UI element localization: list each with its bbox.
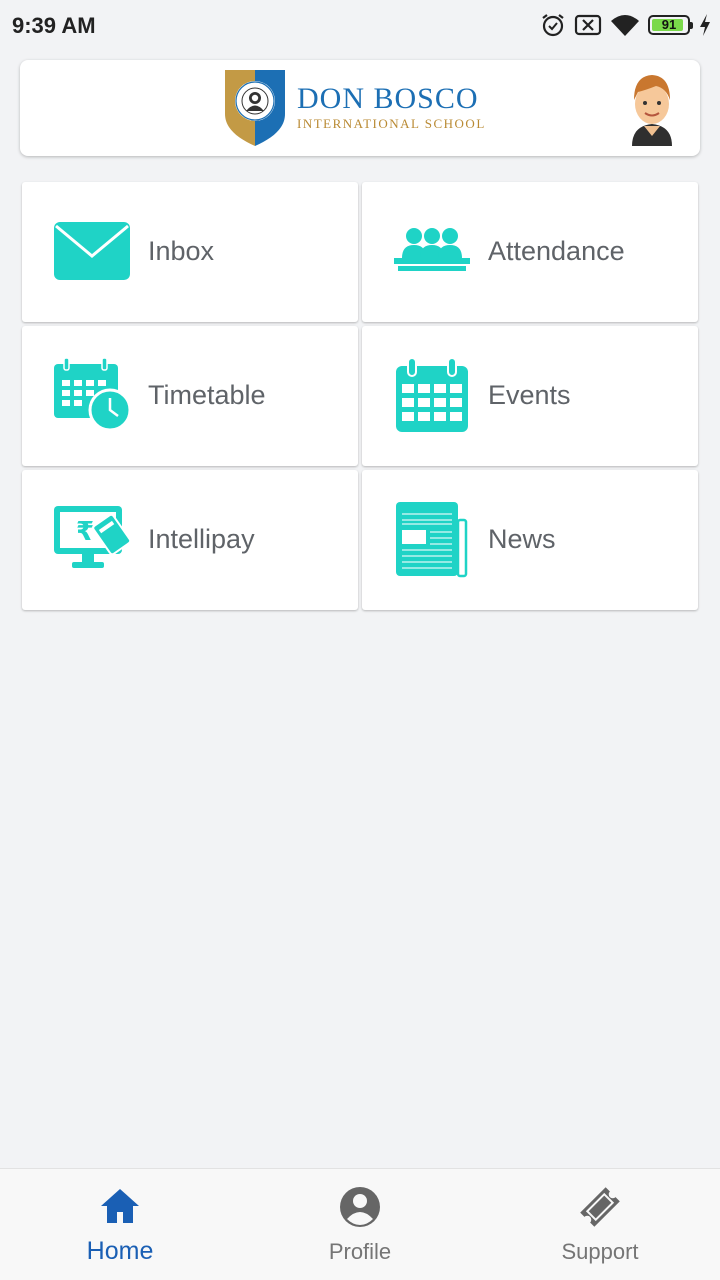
feature-grid: Inbox Attendance Timetable Events ₹ Inte… (22, 182, 698, 610)
wifi-icon (611, 15, 639, 36)
tile-timetable[interactable]: Timetable (22, 326, 358, 466)
nav-label: Home (86, 1237, 154, 1265)
tile-label: Timetable (148, 380, 266, 410)
alarm-icon (542, 14, 564, 37)
school-name: DON BOSCO (297, 82, 479, 115)
school-name-block: DON BOSCO INTERNATIONAL SCHOOL (297, 84, 486, 132)
tile-news[interactable]: News (362, 470, 698, 610)
students-group-icon (394, 228, 470, 271)
battery-level: 91 (661, 17, 677, 32)
nav-label: Profile (328, 1239, 392, 1264)
tile-label: Attendance (488, 236, 625, 266)
tile-label: News (488, 524, 556, 554)
tile-inbox[interactable]: Inbox (22, 182, 358, 322)
calendar-clock-icon (54, 358, 130, 432)
no-sim-icon (574, 14, 602, 36)
bottom-nav: Home Profile Support (0, 1168, 720, 1280)
tile-events[interactable]: Events (362, 326, 698, 466)
battery-indicator: 91 (648, 15, 693, 35)
ticket-icon (580, 1187, 620, 1227)
tile-intellipay[interactable]: ₹ Intellipay (22, 470, 358, 610)
status-time: 9:39 AM (12, 13, 96, 38)
nav-label: Support (561, 1239, 639, 1264)
tile-attendance[interactable]: Attendance (362, 182, 698, 322)
student-avatar-icon[interactable] (626, 70, 678, 146)
nav-support[interactable]: Support (480, 1169, 720, 1280)
school-logo: DON BOSCO INTERNATIONAL SCHOOL (225, 70, 486, 146)
calendar-icon (396, 358, 468, 432)
status-icons: 91 (540, 11, 712, 39)
header-card: DON BOSCO INTERNATIONAL SCHOOL (20, 60, 700, 156)
home-icon (101, 1189, 139, 1223)
svg-text:₹: ₹ (76, 517, 94, 547)
charging-icon (700, 14, 710, 36)
newspaper-icon (396, 502, 468, 578)
battery-cap (690, 22, 693, 29)
school-crest-icon (225, 70, 285, 146)
tile-label: Inbox (148, 236, 215, 266)
tile-label: Events (488, 380, 571, 410)
school-subtitle: INTERNATIONAL SCHOOL (297, 116, 486, 131)
nav-home[interactable]: Home (0, 1169, 240, 1280)
nav-profile[interactable]: Profile (240, 1169, 480, 1280)
status-bar: 9:39 AM 91 (0, 0, 720, 50)
tile-label: Intellipay (148, 524, 255, 554)
rupee-payment-icon: ₹ (54, 506, 130, 568)
profile-icon (340, 1187, 380, 1227)
envelope-icon (54, 222, 130, 280)
